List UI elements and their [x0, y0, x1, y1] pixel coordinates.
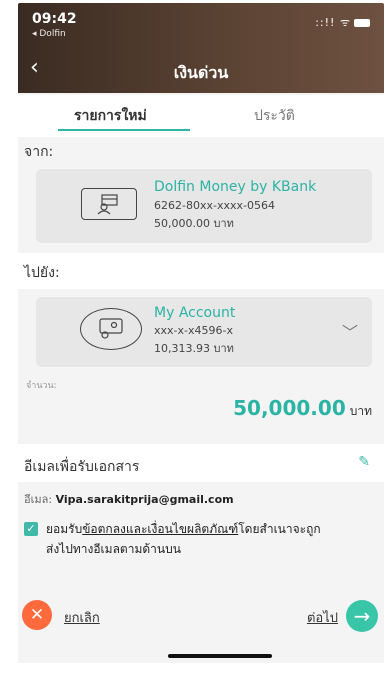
- from-account-card: Dolfin Money by KBank 6262-80xx-xxxx-056…: [36, 169, 372, 243]
- battery-icon: [354, 19, 370, 27]
- email-value: Vipa.sarakitprija@gmail.com: [55, 493, 234, 506]
- to-account-balance: 10,313.93 บาท: [154, 342, 234, 355]
- card-glyph: [99, 318, 123, 339]
- to-account-number: xxx-x-x4596-x: [154, 324, 233, 337]
- consent-post: โดยสำเนาจะถูก: [238, 522, 321, 536]
- consent-text-line2: ส่งไปทางอีเมลตามด้านบน: [46, 542, 181, 556]
- tab-new-transaction[interactable]: รายการใหม่: [74, 105, 147, 127]
- wallet-icon: [81, 188, 137, 220]
- from-label: จาก:: [24, 144, 54, 160]
- from-account-balance: 50,000.00 บาท: [154, 217, 234, 230]
- tab-bar: รายการใหม่ ประวัติ: [18, 95, 384, 137]
- email-section-title: อีเมลเพื่อรับเอกสาร: [24, 459, 140, 475]
- arrow-right-icon[interactable]: →: [346, 600, 378, 632]
- signal-wifi-icon: ::!! ᯤ: [315, 16, 351, 29]
- status-back-to-app[interactable]: ◂ Dolfin: [32, 29, 66, 39]
- page-title: เงินด่วน: [173, 63, 229, 82]
- to-section-header: ไปยัง:: [18, 253, 384, 289]
- consent-text-line1: ยอมรับข้อตกลงและเงื่อนไขผลิตภัณฑ์โดยสำเน…: [46, 520, 321, 539]
- phone-screen: 09:42 ◂ Dolfin ::!! ᯤ ‹ เงินด่วน รายการใ…: [18, 3, 384, 663]
- active-tab-indicator: [58, 129, 190, 131]
- cancel-icon[interactable]: ✕: [22, 600, 52, 630]
- app-header: 09:42 ◂ Dolfin ::!! ᯤ ‹ เงินด่วน: [18, 3, 384, 93]
- email-section-header: อีเมลเพื่อรับเอกสาร ✎: [18, 444, 384, 482]
- from-account-name: Dolfin Money by KBank: [154, 179, 317, 195]
- next-button[interactable]: ต่อไป: [307, 607, 338, 628]
- email-info: อีเมล: Vipa.sarakitprija@gmail.com: [24, 490, 234, 508]
- terms-link[interactable]: ข้อตกลงและเงื่อนไขผลิตภัณฑ์: [82, 522, 238, 536]
- to-account-name: My Account: [154, 305, 236, 321]
- wallet-glyph: [97, 194, 118, 215]
- to-account-card[interactable]: My Account xxx-x-x4596-x 10,313.93 บาท ﹀: [36, 297, 372, 367]
- to-label: ไปยัง:: [24, 265, 60, 281]
- card-account-icon: [80, 308, 142, 350]
- amount-label: จำนวน:: [26, 381, 57, 391]
- status-icons: ::!! ᯤ: [315, 15, 370, 30]
- home-indicator: [168, 654, 272, 658]
- pencil-edit-icon[interactable]: ✎: [358, 454, 370, 470]
- consent-pre: ยอมรับ: [46, 522, 83, 536]
- from-account-number: 6262-80xx-xxxx-0564: [154, 199, 275, 212]
- amount-unit: บาท: [349, 404, 372, 418]
- status-time: 09:42: [32, 11, 77, 27]
- cancel-button[interactable]: ยกเลิก: [64, 607, 100, 628]
- consent-checkbox[interactable]: ✓: [24, 522, 38, 536]
- amount-value: 50,000.00: [233, 396, 346, 420]
- amount-field[interactable]: 50,000.00 บาท: [233, 396, 372, 421]
- tab-history[interactable]: ประวัติ: [254, 105, 295, 127]
- email-prefix: อีเมล:: [24, 493, 53, 506]
- chevron-down-icon[interactable]: ﹀: [342, 319, 358, 343]
